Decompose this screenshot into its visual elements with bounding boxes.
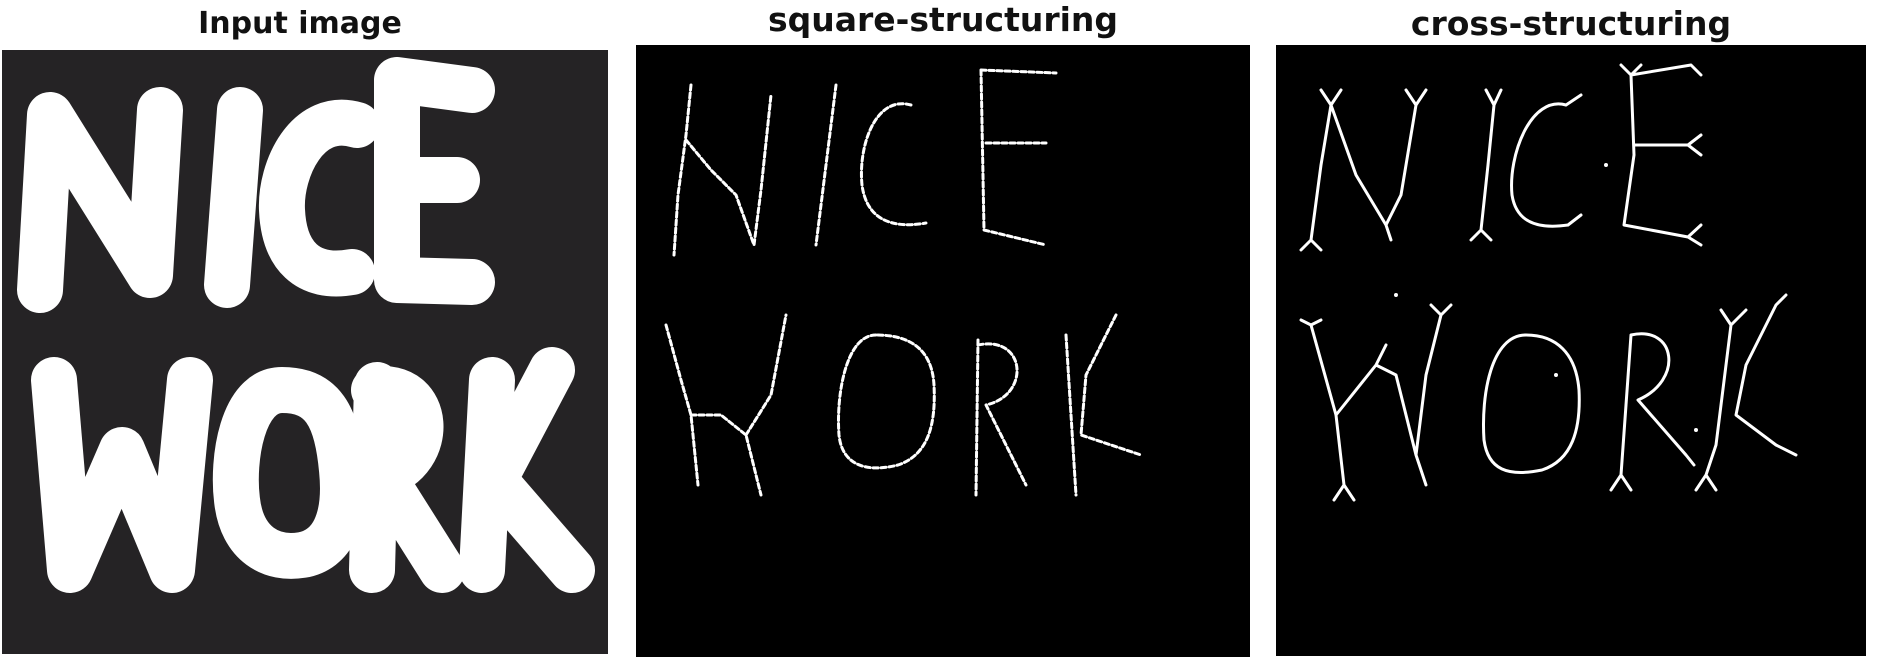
square-structuring-title: square-structuring [767,0,1119,39]
letter-c-cross [1510,93,1583,228]
letter-r-cross [1609,332,1696,492]
noise-dot [1394,293,1398,297]
letter-w-input [31,357,213,593]
letter-w-cross [1299,303,1453,502]
noise-dot [1604,163,1608,167]
cross-structuring-panel [1276,45,1866,656]
letter-c-square [859,102,928,227]
letter-k-input [459,347,595,593]
input-image-title: Input image [198,6,402,41]
input-image-lettering [17,57,595,593]
letter-n-square [672,83,773,257]
letter-r-input [349,362,465,593]
letter-o-square [837,333,936,470]
square-skeleton [664,68,1143,497]
letter-i-cross [1469,88,1503,242]
letter-o-input [212,367,366,579]
letter-c-input [258,99,380,297]
noise-dot [1694,428,1698,432]
letter-w-square [664,313,788,497]
noise-dot [1554,373,1558,377]
letter-e-input [374,57,495,305]
letter-r-square [974,338,1028,497]
letter-n-input [17,87,183,313]
letter-k-square [1064,313,1143,497]
cross-skeleton [1299,63,1798,502]
square-structuring-panel [636,45,1250,657]
letter-i-input [204,87,263,308]
letter-k-cross [1694,293,1798,492]
letter-e-square [979,68,1058,247]
letter-i-square [814,83,838,247]
cross-structuring-title: cross-structuring [1410,4,1732,43]
letter-e-cross [1619,63,1703,247]
letter-n-cross [1299,88,1428,252]
input-image-panel [2,50,608,654]
letter-o-cross [1482,333,1581,474]
